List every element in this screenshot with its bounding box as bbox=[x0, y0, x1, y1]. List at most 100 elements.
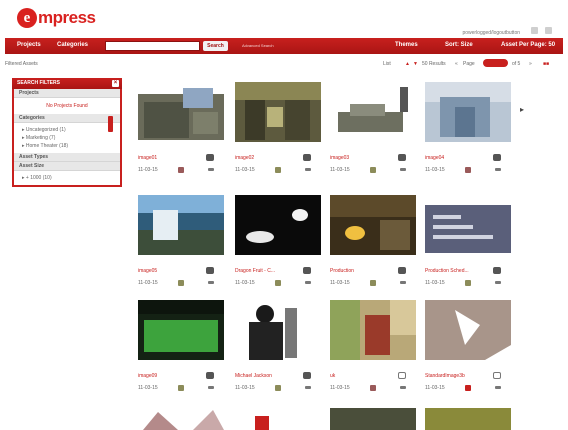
search-filters-title: SEARCH FILTERS bbox=[17, 80, 60, 86]
category-item[interactable]: ▸ Home Theater (18) bbox=[19, 142, 115, 150]
asset-card[interactable] bbox=[330, 408, 416, 430]
size-icon bbox=[208, 281, 214, 284]
tag-icon[interactable] bbox=[370, 167, 376, 173]
sidebar-scroll-handle[interactable] bbox=[108, 116, 113, 132]
asset-date: 11-03-15 bbox=[425, 385, 445, 391]
sort-arrow-icon[interactable]: ▲ bbox=[405, 61, 410, 67]
tag-icon[interactable] bbox=[178, 385, 184, 391]
asset-card[interactable] bbox=[425, 408, 511, 430]
tag-icon[interactable] bbox=[465, 280, 471, 286]
asset-date: 11-03-15 bbox=[138, 280, 158, 286]
tag-icon[interactable] bbox=[465, 385, 471, 391]
asset-title[interactable]: image03 bbox=[330, 155, 349, 161]
asset-title[interactable]: Production bbox=[330, 268, 354, 274]
asset-card[interactable]: Production 11-03-15 bbox=[330, 195, 416, 286]
asset-title[interactable]: Dragon Fruit - C... bbox=[235, 268, 275, 274]
asset-thumbnail[interactable] bbox=[138, 300, 224, 360]
asset-thumbnail[interactable] bbox=[235, 408, 321, 430]
asset-title[interactable]: image09 bbox=[138, 373, 157, 379]
list-view-toggle[interactable]: List bbox=[383, 61, 391, 67]
asset-card[interactable]: image09 11-03-15 bbox=[138, 300, 224, 391]
asset-thumbnail[interactable] bbox=[138, 82, 224, 142]
asset-thumbnail[interactable] bbox=[330, 82, 416, 142]
asset-card[interactable]: Production Sched... 11-03-15 bbox=[425, 195, 511, 286]
assets-per-page-menu[interactable]: Asset Per Page: 50 bbox=[501, 42, 555, 48]
asset-title[interactable]: uk bbox=[330, 373, 335, 379]
asset-thumbnail[interactable] bbox=[235, 300, 321, 360]
asset-card[interactable]: image04 11-03-15 bbox=[425, 82, 511, 173]
search-button[interactable]: Search bbox=[203, 41, 228, 51]
size-icon bbox=[305, 168, 311, 171]
projects-menu[interactable]: Projects bbox=[17, 42, 41, 48]
category-item[interactable]: ▸ Uncategorized (1) bbox=[19, 126, 115, 134]
asset-title[interactable]: StandardImage3b bbox=[425, 373, 465, 379]
close-filters-icon[interactable]: × bbox=[112, 80, 119, 87]
file-type-icon bbox=[206, 267, 214, 274]
results-bar: Filtered Assets List ▲ ▼ 50 Results « Pa… bbox=[5, 58, 563, 70]
asset-card[interactable]: StandardImage3b 11-03-15 bbox=[425, 300, 511, 391]
asset-thumbnail[interactable] bbox=[425, 195, 511, 255]
asset-thumbnail[interactable] bbox=[235, 82, 321, 142]
asset-card[interactable]: Dragon Fruit - C... 11-03-15 bbox=[235, 195, 321, 286]
asset-date: 11-03-15 bbox=[330, 167, 350, 173]
mouse-cursor-icon: ▸ bbox=[520, 105, 525, 114]
asset-card[interactable]: Michael Jackson 11-03-15 bbox=[235, 300, 321, 391]
tag-icon[interactable] bbox=[275, 280, 281, 286]
size-icon bbox=[400, 168, 406, 171]
tag-icon[interactable] bbox=[370, 385, 376, 391]
asset-title[interactable]: Michael Jackson bbox=[235, 373, 272, 379]
settings-icon[interactable] bbox=[545, 27, 552, 34]
file-type-icon bbox=[303, 154, 311, 161]
asset-thumbnail[interactable] bbox=[330, 408, 416, 430]
asset-date: 11-03-15 bbox=[330, 280, 350, 286]
logo-text: mpress bbox=[38, 8, 96, 27]
categories-filter-title[interactable]: Categories bbox=[14, 114, 120, 123]
asset-card[interactable]: image03 11-03-15 bbox=[330, 82, 416, 173]
asset-thumbnail[interactable] bbox=[425, 300, 511, 360]
asset-title[interactable]: image05 bbox=[138, 268, 157, 274]
sort-menu[interactable]: Sort: Size bbox=[445, 42, 473, 48]
tag-icon[interactable] bbox=[178, 280, 184, 286]
asset-title[interactable]: image04 bbox=[425, 155, 444, 161]
asset-thumbnail[interactable] bbox=[138, 195, 224, 255]
asset-thumbnail[interactable] bbox=[425, 408, 511, 430]
tag-icon[interactable] bbox=[275, 385, 281, 391]
sort-down-icon[interactable]: ▼ bbox=[413, 61, 418, 67]
file-type-icon bbox=[398, 267, 406, 274]
asset-thumbnail[interactable] bbox=[138, 408, 224, 430]
next-page-icon[interactable]: » bbox=[529, 61, 532, 67]
asset-title[interactable]: Production Sched... bbox=[425, 268, 469, 274]
file-type-icon bbox=[303, 372, 311, 379]
asset-card[interactable] bbox=[138, 408, 224, 430]
projects-filter-title[interactable]: Projects bbox=[14, 89, 120, 98]
asset-title[interactable]: image02 bbox=[235, 155, 254, 161]
tag-icon[interactable] bbox=[370, 280, 376, 286]
prev-page-icon[interactable]: « bbox=[455, 61, 458, 67]
asset-thumbnail[interactable] bbox=[330, 300, 416, 360]
asset-types-filter-title[interactable]: Asset Types bbox=[14, 153, 120, 162]
themes-menu[interactable]: Themes bbox=[395, 42, 418, 48]
asset-size-filter-title[interactable]: Asset Size bbox=[14, 162, 120, 171]
category-item[interactable]: ▸ Marketing (7) bbox=[19, 134, 115, 142]
asset-card[interactable]: image01 11-03-15 bbox=[138, 82, 224, 173]
user-status-text[interactable]: powerlogged/logoutbutton bbox=[462, 30, 520, 36]
search-input[interactable] bbox=[105, 41, 200, 51]
categories-menu[interactable]: Categories bbox=[57, 42, 88, 48]
page-number-input[interactable] bbox=[483, 59, 508, 67]
asset-size-item[interactable]: ▸ + 1000 (10) bbox=[19, 174, 115, 182]
asset-card[interactable]: uk 11-03-15 bbox=[330, 300, 416, 391]
tag-icon[interactable] bbox=[275, 167, 281, 173]
help-icon[interactable] bbox=[531, 27, 538, 34]
grid-view-icon[interactable]: ■■ bbox=[543, 61, 549, 67]
asset-thumbnail[interactable] bbox=[330, 195, 416, 255]
tag-icon[interactable] bbox=[465, 167, 471, 173]
app-logo[interactable]: e mpress bbox=[17, 8, 96, 28]
asset-title[interactable]: image01 bbox=[138, 155, 157, 161]
asset-thumbnail[interactable] bbox=[425, 82, 511, 142]
asset-thumbnail[interactable] bbox=[235, 195, 321, 255]
asset-card[interactable]: image05 11-03-15 bbox=[138, 195, 224, 286]
asset-card[interactable]: image02 11-03-15 bbox=[235, 82, 321, 173]
tag-icon[interactable] bbox=[178, 167, 184, 173]
advanced-search-link[interactable]: Advanced Search bbox=[242, 43, 274, 48]
asset-card[interactable] bbox=[235, 408, 321, 430]
